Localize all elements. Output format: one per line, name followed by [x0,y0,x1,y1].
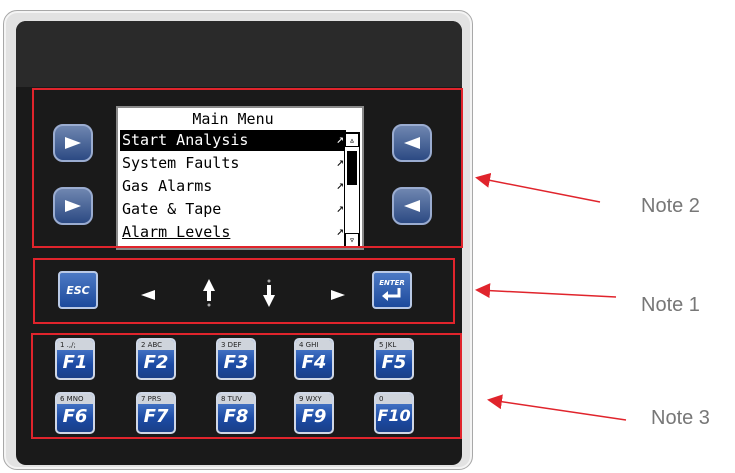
annotation-arrows [475,172,627,421]
arrow-note-2 [475,172,601,203]
note-3-label: Note 3 [651,407,710,429]
note-2-label: Note 2 [641,195,700,217]
arrow-note-1 [475,283,617,299]
note-1-label: Note 1 [641,294,700,316]
arrow-note-3 [487,394,627,421]
